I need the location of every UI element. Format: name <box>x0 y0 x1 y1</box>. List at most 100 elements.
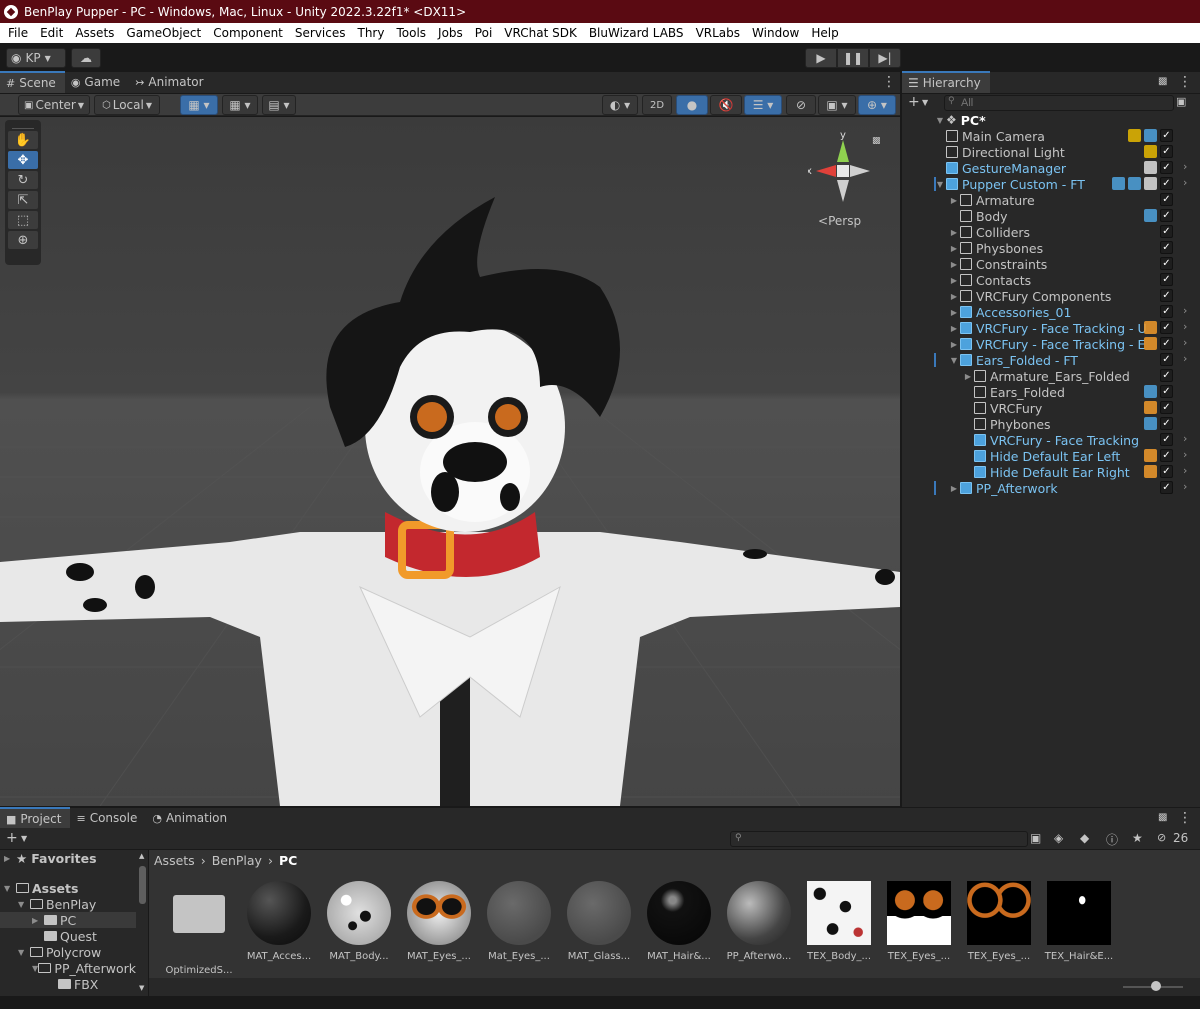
chevron-down-icon[interactable]: ▼ <box>21 834 27 843</box>
hierarchy-row[interactable]: ▶ Armature ✓ <box>902 192 1200 208</box>
scroll-down-icon[interactable]: ▼ <box>139 984 144 992</box>
rect-tool-button[interactable]: ⬚ <box>8 211 38 229</box>
cloud-button[interactable]: ☁ <box>71 48 101 68</box>
menu-item[interactable]: Thry <box>352 26 391 40</box>
hierarchy-row[interactable]: ▶ Armature_Ears_Folded ✓ <box>902 368 1200 384</box>
rotate-tool-button[interactable]: ↻ <box>8 171 38 189</box>
expand-arrow-icon[interactable]: ▶ <box>948 260 960 269</box>
hand-tool-button[interactable]: ✋ <box>8 131 38 149</box>
add-icon[interactable]: + <box>6 830 18 846</box>
hierarchy-row[interactable]: ▼ Pupper Custom - FT ✓ › <box>902 176 1200 192</box>
asset-item[interactable]: MAT_Hair&... <box>646 881 712 963</box>
menu-item[interactable]: GameObject <box>120 26 207 40</box>
gizmos-dropdown[interactable]: ⊕ ▾ <box>858 95 896 115</box>
hierarchy-row[interactable]: ▶ VRCFury - Face Tracking - E ✓ › <box>902 336 1200 352</box>
chevron-right-icon[interactable]: › <box>1183 480 1187 493</box>
menu-item[interactable]: Jobs <box>432 26 469 40</box>
pause-button[interactable]: ❚❚ <box>837 48 869 68</box>
tab-scene[interactable]: # Scene <box>0 71 65 93</box>
active-checkbox[interactable]: ✓ <box>1160 241 1173 254</box>
search-by-label-icon[interactable]: ◈ <box>1054 831 1063 845</box>
active-checkbox[interactable]: ✓ <box>1160 449 1173 462</box>
hierarchy-row[interactable]: ▶ Colliders ✓ <box>902 224 1200 240</box>
breadcrumb-item[interactable]: PC <box>279 853 297 868</box>
transform-tool-button[interactable]: ⊕ <box>8 231 38 249</box>
folder-tree-item[interactable]: ▶ PC <box>0 912 136 928</box>
tab-animation[interactable]: ◔ Animation <box>146 807 236 829</box>
chevron-right-icon[interactable]: › <box>1183 320 1187 333</box>
active-checkbox[interactable]: ✓ <box>1160 289 1173 302</box>
chevron-right-icon[interactable]: › <box>1183 160 1187 173</box>
scene-viewport[interactable] <box>0 117 900 806</box>
pivot-dropdown[interactable]: ▣ Center ▼ <box>18 95 90 115</box>
scroll-up-icon[interactable]: ▲ <box>139 852 144 860</box>
hidden-packages-icon[interactable]: ⊘ <box>1157 831 1166 844</box>
grid-snap-button[interactable]: ▦ ▾ <box>180 95 218 115</box>
tag-icon[interactable]: ◆ <box>1080 831 1089 845</box>
step-button[interactable]: ▶| <box>869 48 901 68</box>
search-by-type-icon[interactable]: ▣ <box>1030 831 1041 845</box>
tab-hierarchy[interactable]: ☰ Hierarchy <box>902 71 990 93</box>
menu-item[interactable]: Tools <box>390 26 432 40</box>
active-checkbox[interactable]: ✓ <box>1160 369 1173 382</box>
add-icon[interactable]: + <box>908 94 920 110</box>
asset-item[interactable]: MAT_Eyes_... <box>406 881 472 963</box>
hierarchy-row[interactable]: VRCFury - Face Tracking ✓ › <box>902 432 1200 448</box>
hierarchy-row[interactable]: ▼ Ears_Folded - FT ✓ › <box>902 352 1200 368</box>
active-checkbox[interactable]: ✓ <box>1160 433 1173 446</box>
lock-icon[interactable]: ▩ <box>872 136 881 146</box>
star-icon[interactable]: ★ <box>1132 831 1143 845</box>
expand-arrow-icon[interactable]: ▶ <box>948 228 960 237</box>
asset-item[interactable]: MAT_Glass... <box>566 881 632 963</box>
menu-item[interactable]: Edit <box>34 26 69 40</box>
active-checkbox[interactable]: ✓ <box>1160 145 1173 158</box>
asset-item[interactable]: TEX_Eyes_... <box>966 881 1032 963</box>
asset-item[interactable]: MAT_Acces... <box>246 881 312 963</box>
hierarchy-search-input[interactable] <box>944 95 1174 111</box>
expand-arrow-icon[interactable]: ▶ <box>948 340 960 349</box>
hierarchy-row[interactable]: ▶ VRCFury Components ✓ <box>902 288 1200 304</box>
warning-icon[interactable]: ⓘ <box>1106 831 1118 848</box>
play-button[interactable]: ▶ <box>805 48 837 68</box>
menu-item[interactable]: Poi <box>469 26 498 40</box>
active-checkbox[interactable]: ✓ <box>1160 273 1173 286</box>
hierarchy-row[interactable]: ▶ VRCFury - Face Tracking - U ✓ › <box>902 320 1200 336</box>
menu-item[interactable]: Services <box>289 26 352 40</box>
tab-project[interactable]: ■ Project <box>0 807 71 829</box>
scene-visibility-icon[interactable]: ▣ <box>1176 95 1186 108</box>
asset-item[interactable]: TEX_Eyes_... <box>886 881 952 963</box>
menu-item[interactable]: Help <box>805 26 844 40</box>
chevron-right-icon[interactable]: › <box>1183 464 1187 477</box>
chevron-right-icon[interactable]: › <box>1183 336 1187 349</box>
expand-arrow-icon[interactable]: ▶ <box>948 196 960 205</box>
folder-tree-item[interactable]: ▼ Polycrow <box>0 944 136 960</box>
expand-arrow-icon[interactable]: ▶ <box>962 372 974 381</box>
tab-animator[interactable]: ↣ Animator <box>129 71 212 93</box>
hierarchy-row[interactable]: Directional Light ✓ <box>902 144 1200 160</box>
menu-item[interactable]: VRLabs <box>690 26 746 40</box>
menu-item[interactable]: Component <box>207 26 289 40</box>
asset-folder[interactable]: OptimizedS... <box>165 881 233 976</box>
scroll-thumb[interactable] <box>139 866 146 904</box>
hierarchy-row[interactable]: VRCFury ✓ <box>902 400 1200 416</box>
expand-arrow-icon[interactable]: ▼ <box>934 116 946 125</box>
active-checkbox[interactable]: ✓ <box>1160 401 1173 414</box>
expand-arrow-icon[interactable]: ▶ <box>4 854 16 863</box>
hierarchy-row[interactable]: Phybones ✓ <box>902 416 1200 432</box>
active-checkbox[interactable]: ✓ <box>1160 225 1173 238</box>
asset-item[interactable]: MAT_Body... <box>326 881 392 963</box>
project-lock-icon[interactable]: ▩ <box>1158 812 1167 823</box>
active-checkbox[interactable]: ✓ <box>1160 161 1173 174</box>
expand-arrow-icon[interactable]: ▶ <box>32 916 44 925</box>
visibility-toggle[interactable]: ⊘ <box>786 95 816 115</box>
active-checkbox[interactable]: ✓ <box>1160 465 1173 478</box>
persp-toggle[interactable]: <Persp <box>818 214 861 228</box>
menu-item[interactable]: VRChat SDK <box>498 26 583 40</box>
active-checkbox[interactable]: ✓ <box>1160 129 1173 142</box>
folder-tree-item[interactable]: Quest <box>0 928 136 944</box>
orientation-gizmo[interactable]: y x <Persp ▩ <box>806 130 881 240</box>
folder-tree-item[interactable]: ▼ Assets <box>0 880 136 896</box>
active-checkbox[interactable]: ✓ <box>1160 209 1173 222</box>
hierarchy-row[interactable]: ▶ Physbones ✓ <box>902 240 1200 256</box>
chevron-right-icon[interactable]: › <box>1183 176 1187 189</box>
